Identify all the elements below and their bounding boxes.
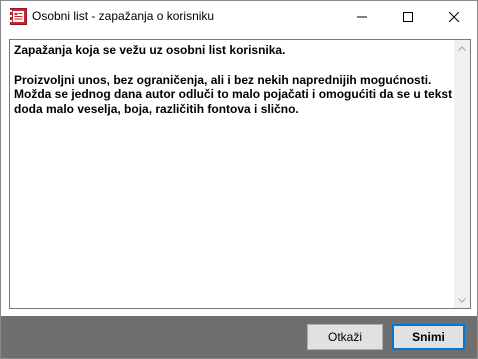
chevron-up-icon bbox=[458, 45, 466, 51]
notes-line: Možda se jednog dana autor odluči to mal… bbox=[14, 87, 453, 101]
notes-line: doda malo veselja, boja, različitih font… bbox=[14, 101, 299, 116]
dialog-window: Osobni list - zapažanja o korisniku Zapa… bbox=[0, 0, 478, 359]
save-button[interactable]: Snimi bbox=[392, 324, 465, 350]
close-icon bbox=[449, 11, 459, 22]
button-bar: Otkaži Snimi bbox=[1, 316, 477, 358]
scroll-down-button[interactable] bbox=[454, 292, 470, 308]
maximize-button[interactable] bbox=[385, 1, 431, 32]
maximize-icon bbox=[403, 11, 413, 22]
cancel-button[interactable]: Otkaži bbox=[307, 324, 383, 350]
notes-textarea[interactable]: Zapažanja koja se vežu uz osobni list ko… bbox=[9, 39, 471, 309]
scroll-up-button[interactable] bbox=[454, 40, 470, 56]
vertical-scrollbar[interactable] bbox=[454, 40, 470, 308]
notebook-app-icon bbox=[10, 8, 27, 25]
title-bar[interactable]: Osobni list - zapažanja o korisniku bbox=[1, 1, 477, 32]
notes-text: Zapažanja koja se vežu uz osobni list ko… bbox=[14, 43, 454, 116]
minimize-icon bbox=[357, 16, 367, 17]
window-title: Osobni list - zapažanja o korisniku bbox=[32, 9, 215, 23]
close-button[interactable] bbox=[431, 1, 477, 32]
minimize-button[interactable] bbox=[339, 1, 385, 32]
notes-line: Proizvoljni unos, bez ograničenja, ali i… bbox=[14, 72, 432, 87]
chevron-down-icon bbox=[458, 297, 466, 303]
notes-line: Zapažanja koja se vežu uz osobni list ko… bbox=[14, 43, 286, 57]
